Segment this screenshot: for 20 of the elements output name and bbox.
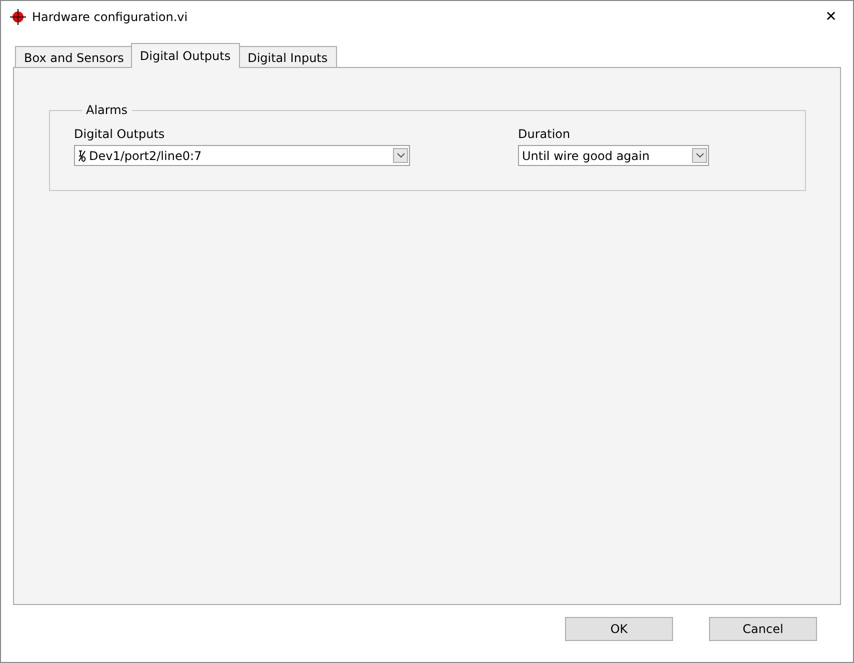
dropdown-button[interactable] [692,148,707,163]
dropdown-field[interactable]: Until wire good again [518,145,709,166]
field-label: Duration [518,127,572,141]
chevron-icon [696,153,704,158]
tab[interactable]: Box and Sensors [15,46,133,68]
dialog-button[interactable]: Cancel [709,617,817,641]
window-title: Hardware configuration.vi [32,10,189,24]
field-label: Digital Outputs [74,127,166,141]
dropdown-value: Dev1/port2/line0:7 [89,148,203,162]
dropdown-field[interactable]: Dev1/port2/line0:7 [74,145,410,166]
dropdown-value: Until wire good again [522,148,651,162]
dialog-button[interactable]: OK [565,617,673,641]
tab[interactable]: Digital Outputs [130,43,240,68]
app-icon [10,8,26,24]
io-icon [78,150,86,162]
close-button[interactable]: ✕ [809,1,853,32]
tab[interactable]: Digital Inputs [238,46,337,68]
chevron-icon [396,153,404,158]
dropdown-button[interactable] [393,148,408,163]
group-title: Alarms [85,103,129,117]
